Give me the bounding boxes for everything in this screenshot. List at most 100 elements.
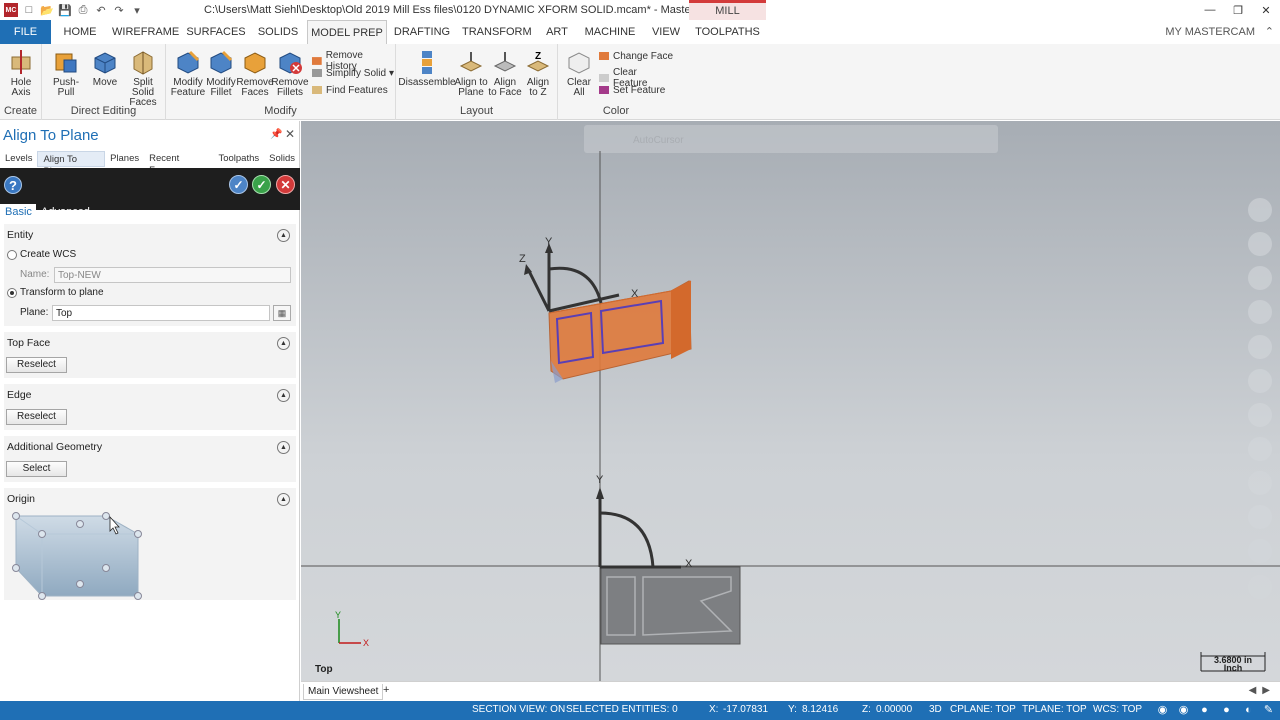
tab-wireframe[interactable]: WIREFRAME bbox=[112, 20, 179, 44]
additional-geometry-select-button[interactable]: Select bbox=[6, 461, 67, 477]
quick-mask-buttons[interactable] bbox=[1248, 198, 1272, 599]
entity-collapse-icon[interactable]: ▲ bbox=[277, 229, 290, 242]
find-features-button[interactable]: Find Features bbox=[311, 84, 388, 96]
edge-collapse-icon[interactable]: ▲ bbox=[277, 389, 290, 402]
customize-qat-icon[interactable]: ▾ bbox=[130, 3, 144, 17]
redo-icon[interactable]: ↷ bbox=[112, 3, 126, 17]
undo-icon[interactable]: ↶ bbox=[94, 3, 108, 17]
create-wcs-radio[interactable] bbox=[7, 250, 17, 260]
hole-axis-button[interactable]: Hole Axis bbox=[7, 48, 35, 98]
edge-reselect-button[interactable]: Reselect bbox=[6, 409, 67, 425]
modify-fillet-button[interactable]: Modify Fillet bbox=[204, 48, 238, 98]
transform-to-plane-radio[interactable] bbox=[7, 288, 17, 298]
top-face-collapse-icon[interactable]: ▲ bbox=[277, 337, 290, 350]
tab-home[interactable]: HOME bbox=[56, 20, 104, 44]
section-view-status[interactable]: SECTION VIEW: ON bbox=[472, 704, 565, 715]
add-viewsheet-button[interactable]: + bbox=[383, 684, 389, 696]
top-face-reselect-button[interactable]: Reselect bbox=[6, 357, 67, 373]
plane-select-icon[interactable]: ▦ bbox=[273, 305, 291, 321]
tab-recent-functions[interactable]: Recent Func... bbox=[144, 151, 213, 176]
find-features-label: Find Features bbox=[326, 84, 388, 96]
origin-collapse-icon[interactable]: ▲ bbox=[277, 493, 290, 506]
tab-view[interactable]: VIEW bbox=[648, 20, 684, 44]
pin-icon[interactable]: 📌 bbox=[270, 129, 282, 140]
ok-and-create-new-icon[interactable]: ✓ bbox=[229, 175, 248, 194]
simplify-solid-button[interactable]: Simplify Solid ▾ bbox=[311, 67, 394, 79]
push-pull-button[interactable]: Push-Pull bbox=[46, 48, 86, 98]
svg-text:X: X bbox=[363, 638, 369, 648]
edit-display-icon[interactable]: ✎ bbox=[1262, 704, 1275, 717]
remove-fillets-button[interactable]: Remove Fillets bbox=[271, 48, 309, 98]
align-to-z-button[interactable]: Z Align to Z bbox=[522, 48, 554, 98]
tab-machine[interactable]: MACHINE bbox=[584, 20, 636, 44]
globe-icon[interactable]: ◉ bbox=[1156, 704, 1169, 717]
y-coord-value[interactable]: 8.12416 bbox=[802, 704, 838, 715]
x-coord-value[interactable]: -17.07831 bbox=[723, 704, 768, 715]
sphere-icon[interactable]: ● bbox=[1198, 704, 1211, 717]
new-file-icon[interactable]: □ bbox=[22, 3, 36, 17]
tplane-status[interactable]: TPLANE: TOP bbox=[1022, 704, 1087, 715]
mode-status[interactable]: 3D bbox=[929, 704, 942, 715]
split-solid-faces-button[interactable]: Split Solid Faces bbox=[122, 48, 164, 108]
additional-geometry-title: Additional Geometry bbox=[7, 441, 103, 453]
edge-title: Edge bbox=[7, 389, 32, 401]
my-mastercam-link[interactable]: MY MASTERCAM bbox=[1165, 20, 1255, 44]
tab-toolpaths[interactable]: TOOLPATHS bbox=[695, 20, 760, 44]
globe-grid-icon[interactable]: ◉ bbox=[1177, 704, 1190, 717]
set-feature-icon bbox=[599, 86, 609, 94]
tab-toolpaths-manager[interactable]: Toolpaths bbox=[213, 151, 264, 167]
cplane-status[interactable]: CPLANE: TOP bbox=[950, 704, 1016, 715]
tab-align-to-plane[interactable]: Align To Pla... bbox=[37, 151, 106, 177]
name-input[interactable] bbox=[54, 267, 291, 283]
save-icon[interactable]: 💾 bbox=[58, 3, 72, 17]
change-face-label: Change Face bbox=[613, 50, 674, 62]
change-face-button[interactable]: Change Face bbox=[598, 50, 673, 62]
viewsheet-scroll-arrows[interactable]: ◀▶ bbox=[1249, 685, 1276, 696]
shaded-sphere-icon[interactable]: ● bbox=[1220, 704, 1233, 717]
subtab-basic[interactable]: Basic bbox=[0, 204, 36, 220]
tab-solids-manager[interactable]: Solids bbox=[264, 151, 300, 167]
original-part[interactable] bbox=[600, 566, 741, 645]
tab-solids[interactable]: SOLIDS bbox=[255, 20, 301, 44]
modify-feature-button[interactable]: Modify Feature bbox=[170, 48, 206, 98]
restore-icon[interactable]: ❐ bbox=[1224, 0, 1252, 20]
split-solid-faces-label-1: Split Solid bbox=[131, 77, 155, 98]
clear-all-button[interactable]: Clear All bbox=[563, 48, 595, 98]
wcs-status[interactable]: WCS: TOP bbox=[1093, 704, 1142, 715]
tab-art[interactable]: ART bbox=[542, 20, 572, 44]
tab-surfaces[interactable]: SURFACES bbox=[186, 20, 246, 44]
tab-planes[interactable]: Planes bbox=[105, 151, 144, 167]
tab-model-prep[interactable]: MODEL PREP bbox=[307, 20, 387, 45]
panel-close-icon[interactable]: ✕ bbox=[285, 127, 295, 141]
align-to-face-button[interactable]: Align to Face bbox=[488, 48, 522, 98]
origin-box-picker[interactable] bbox=[10, 510, 146, 600]
remove-faces-button[interactable]: Remove Faces bbox=[236, 48, 274, 98]
simplify-solid-dropdown-icon[interactable]: ▾ bbox=[389, 68, 394, 79]
set-feature-button[interactable]: Set Feature bbox=[598, 84, 665, 96]
tab-levels[interactable]: Levels bbox=[0, 151, 37, 167]
subtab-advanced[interactable]: Advanced bbox=[41, 204, 90, 220]
additional-geometry-collapse-icon[interactable]: ▲ bbox=[277, 441, 290, 454]
tab-transform[interactable]: TRANSFORM bbox=[462, 20, 532, 44]
z-coord-value[interactable]: 0.00000 bbox=[876, 704, 912, 715]
display-mode-icon[interactable]: ◐ bbox=[1242, 704, 1255, 717]
disassemble-button[interactable]: Disassemble bbox=[398, 48, 456, 88]
mastercam-logo-icon[interactable]: MC bbox=[4, 3, 18, 17]
cancel-icon[interactable]: ✕ bbox=[276, 175, 295, 194]
align-to-plane-button[interactable]: Align to Plane bbox=[454, 48, 488, 98]
selected-part-preview[interactable] bbox=[548, 280, 692, 383]
print-icon[interactable]: ⎙ bbox=[76, 3, 90, 17]
graphics-viewport[interactable]: AutoCursor Y Z X Y X Y X Top 3.6800 in I… bbox=[301, 121, 1280, 681]
minimize-icon[interactable]: — bbox=[1196, 0, 1224, 20]
origin-title: Origin bbox=[7, 493, 36, 505]
tab-drafting[interactable]: DRAFTING bbox=[393, 20, 451, 44]
open-file-icon[interactable]: 📂 bbox=[40, 3, 54, 17]
ribbon-collapse-icon[interactable]: ⌃ bbox=[1265, 20, 1274, 44]
close-window-icon[interactable]: ✕ bbox=[1252, 0, 1280, 20]
tab-file[interactable]: FILE bbox=[0, 20, 51, 44]
help-icon[interactable]: ? bbox=[4, 176, 22, 194]
tab-main-viewsheet[interactable]: Main Viewsheet bbox=[303, 684, 384, 700]
ok-icon[interactable]: ✓ bbox=[252, 175, 271, 194]
move-button[interactable]: Move bbox=[90, 48, 120, 88]
plane-input[interactable] bbox=[52, 305, 270, 321]
